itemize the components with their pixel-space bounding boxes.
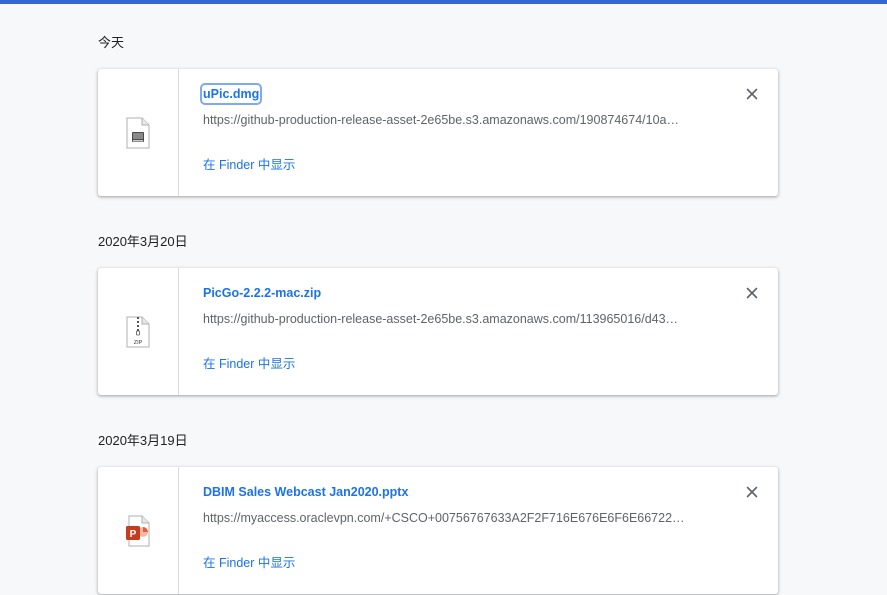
- file-name-link[interactable]: PicGo-2.2.2-mac.zip: [203, 285, 321, 301]
- download-item: P DBIM Sales Webcast Jan2020.pptx https:…: [98, 467, 778, 594]
- show-in-finder-link[interactable]: 在 Finder 中显示: [203, 555, 295, 571]
- remove-download-button[interactable]: [746, 88, 758, 100]
- download-item: uPic.dmg https://github-production-relea…: [98, 69, 778, 196]
- show-in-finder-link[interactable]: 在 Finder 中显示: [203, 157, 295, 173]
- download-url: https://github-production-release-asset-…: [203, 312, 679, 326]
- powerpoint-letter: P: [130, 529, 137, 540]
- download-url: https://myaccess.oraclevpn.com/+CSCO+007…: [203, 511, 685, 525]
- close-icon: [746, 88, 758, 100]
- date-header: 2020年3月20日: [98, 234, 188, 249]
- top-progress-bar: [0, 0, 887, 4]
- remove-download-button[interactable]: [746, 287, 758, 299]
- file-icon-column: ZIP: [98, 268, 179, 395]
- date-header: 2020年3月19日: [98, 433, 188, 448]
- download-group-2020-03-20: 2020年3月20日 ZIP PicGo-2.2.2-mac.zip https…: [98, 233, 778, 395]
- date-header: 今天: [98, 35, 125, 50]
- file-icon-column: [98, 69, 179, 196]
- download-item: ZIP PicGo-2.2.2-mac.zip https://github-p…: [98, 268, 778, 395]
- disk-image-icon: [126, 117, 150, 149]
- close-icon: [746, 287, 758, 299]
- download-group-2020-03-19: 2020年3月19日 P DBIM Sales Webcast Jan2020.…: [98, 432, 778, 594]
- file-name-link[interactable]: DBIM Sales Webcast Jan2020.pptx: [203, 484, 408, 500]
- download-group-today: 今天 uPic.dmg https://github-production-re…: [98, 34, 778, 196]
- close-icon: [746, 486, 758, 498]
- download-url: https://github-production-release-asset-…: [203, 113, 679, 127]
- powerpoint-file-icon: P: [126, 515, 150, 547]
- zip-file-icon: ZIP: [126, 316, 150, 348]
- remove-download-button[interactable]: [746, 486, 758, 498]
- file-icon-column: P: [98, 467, 179, 594]
- file-name-link[interactable]: uPic.dmg: [199, 83, 263, 105]
- show-in-finder-link[interactable]: 在 Finder 中显示: [203, 356, 295, 372]
- zip-label: ZIP: [134, 340, 143, 346]
